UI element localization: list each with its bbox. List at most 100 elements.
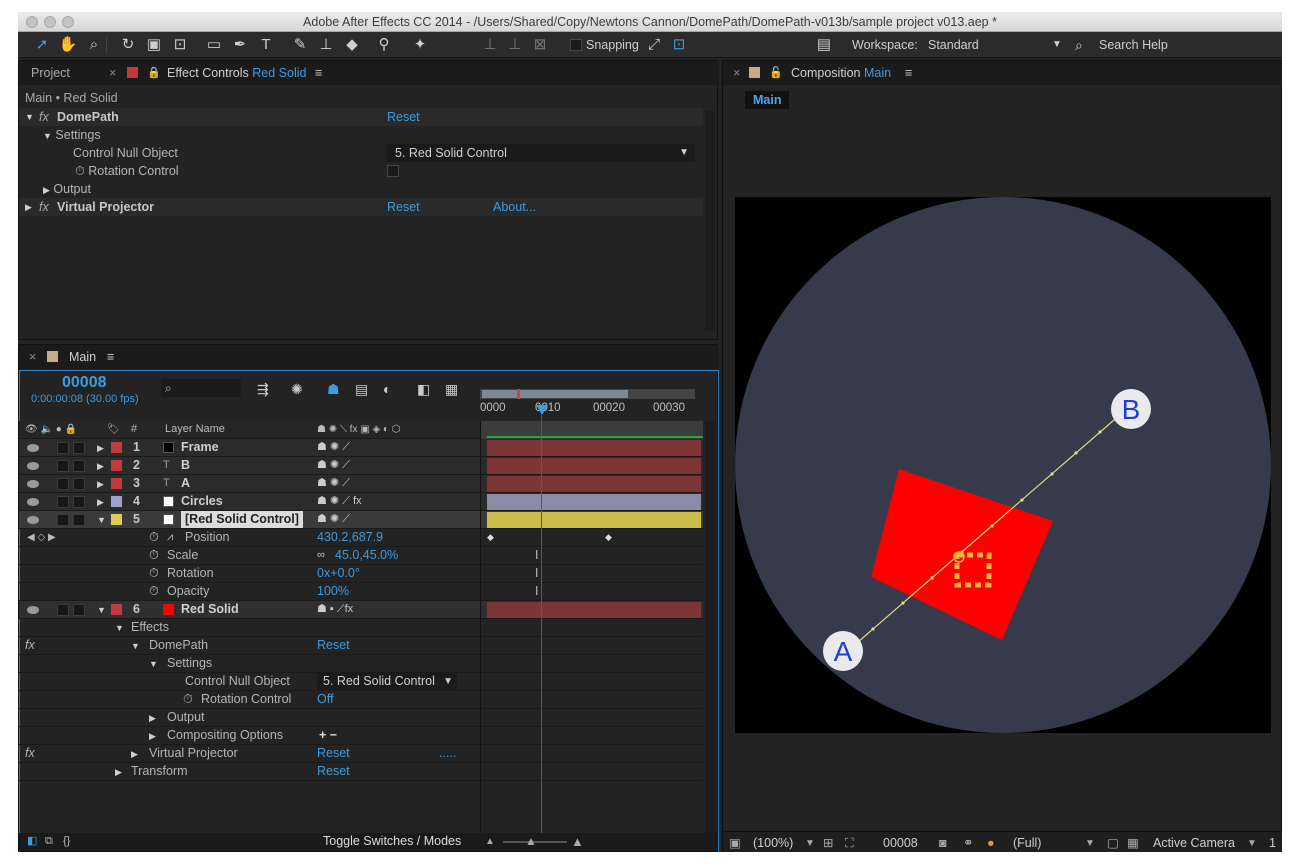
eye-icon[interactable] — [27, 480, 39, 488]
modes-toggle-icon[interactable]: ⧉ — [45, 833, 53, 850]
tree-effects[interactable]: ▼ Effects — [19, 619, 703, 637]
tree-domepath[interactable]: fx ▼ DomePath Reset — [19, 637, 703, 655]
control-null-dropdown[interactable]: 5. Red Solid Control ▼ — [317, 673, 457, 690]
layer-label-color[interactable] — [111, 460, 122, 471]
keyframe-icon[interactable]: ◆ — [487, 529, 494, 546]
layer-name[interactable]: A — [181, 475, 190, 492]
expand-triangle-icon[interactable]: ▼ — [115, 623, 124, 633]
zoom-in-icon[interactable]: ▲ — [571, 833, 584, 850]
camera-tool-icon[interactable]: ▣ — [144, 35, 164, 55]
clone-stamp-tool-icon[interactable]: ⊥ — [316, 35, 336, 55]
property-value[interactable]: 45.0,45.0% — [335, 547, 398, 564]
close-tab-icon[interactable]: × — [109, 61, 116, 85]
brush-tool-icon[interactable]: ✎ — [290, 35, 310, 55]
expand-triangle-icon[interactable]: ▶ — [97, 479, 104, 490]
current-time-field[interactable]: 00008 — [883, 835, 918, 852]
close-window-button[interactable] — [26, 16, 38, 28]
expand-triangle-icon[interactable]: ▶ — [131, 749, 138, 760]
layer-switches[interactable]: ☗ ✺ ⟋ — [317, 475, 350, 492]
motion-blur-icon[interactable]: ◐ — [383, 381, 391, 398]
local-axis-icon[interactable]: ⊥ — [480, 35, 500, 55]
hand-tool-icon[interactable]: ✋ — [58, 35, 78, 55]
resolution-dropdown[interactable]: (Full) — [1013, 835, 1041, 852]
layer-name[interactable]: [Red Solid Control] — [181, 511, 303, 528]
expand-triangle-icon[interactable]: ▼ — [97, 605, 106, 615]
property-row-position[interactable]: ◀ ◇ ▶ ⩘ ◆ ◆ ⏱ Position 430.2,687.9 — [19, 529, 703, 547]
snapshot-icon[interactable]: ◙ — [939, 835, 947, 852]
snap-edges-icon[interactable]: ⤢ — [644, 35, 664, 55]
grid-guide-icon[interactable]: ⊞ — [823, 835, 833, 852]
close-tab-icon[interactable]: × — [733, 61, 740, 85]
expand-triangle-icon[interactable]: ▶ — [25, 202, 32, 213]
stopwatch-icon[interactable]: ⏱ — [183, 691, 193, 708]
rotation-control-checkbox[interactable] — [387, 165, 399, 177]
zoom-out-icon[interactable]: ▲ — [485, 833, 495, 850]
expand-triangle-icon[interactable]: ▶ — [97, 443, 104, 454]
timeline-scrollbar[interactable] — [705, 421, 715, 833]
effect-row-virtual-projector[interactable]: ▶ fx Virtual Projector Reset About... — [19, 198, 703, 216]
stopwatch-icon[interactable]: ⏱ — [75, 164, 85, 178]
panel-menu-icon[interactable]: ≡ — [315, 61, 322, 85]
pen-tool-icon[interactable]: ✒ — [230, 35, 250, 55]
layer-switches[interactable]: ☗ ✺ ⟋ — [317, 439, 350, 456]
expand-triangle-icon[interactable]: ▶ — [43, 185, 50, 195]
audio-switch[interactable] — [57, 496, 69, 508]
layer-row-1[interactable]: ▶ 1 Frame ☗ ✺ ⟋ — [19, 439, 703, 457]
work-area-bar[interactable] — [480, 389, 695, 399]
frame-blending-icon[interactable]: ▤ — [355, 381, 368, 398]
workspace-dropdown-icon[interactable]: ▼ — [1052, 32, 1062, 58]
reset-button[interactable]: Reset — [317, 637, 350, 654]
panel-menu-icon[interactable]: ≡ — [107, 345, 114, 369]
color-channels-icon[interactable]: ● — [987, 835, 995, 852]
composition-mini-flowchart-icon[interactable]: ⇶ — [257, 381, 269, 398]
tree-transform[interactable]: ▶ Transform Reset — [19, 763, 703, 781]
eye-icon[interactable] — [27, 444, 39, 452]
hide-shy-layers-icon[interactable]: ☗ — [327, 381, 340, 398]
property-row-scale[interactable]: I ∞ ⏱ Scale 45.0,45.0% — [19, 547, 703, 565]
unlock-icon[interactable]: 🔓 — [769, 61, 783, 85]
property-row-rotation[interactable]: I ⏱ Rotation 0x+0.0° — [19, 565, 703, 583]
property-value[interactable]: 100% — [317, 583, 349, 600]
snapping-checkbox[interactable] — [570, 39, 582, 51]
magnification-dropdown[interactable]: (100%) — [753, 835, 793, 852]
settings-group[interactable]: ▼ Settings — [43, 126, 703, 144]
lock-icon[interactable]: 🔒 — [147, 61, 161, 85]
solo-switch[interactable] — [73, 478, 85, 490]
audio-switch[interactable] — [57, 604, 69, 616]
layer-label-color[interactable] — [111, 478, 122, 489]
comp-navigator-button[interactable]: Main — [745, 91, 790, 109]
layer-duration-bar[interactable] — [487, 602, 701, 618]
rotation-control-value[interactable]: Off — [317, 691, 333, 708]
layer-duration-bar[interactable] — [487, 440, 701, 456]
close-tab-icon[interactable]: × — [29, 345, 36, 369]
tab-composition[interactable]: Composition Main — [791, 61, 891, 85]
workspace-value[interactable]: Standard — [928, 32, 979, 58]
solo-switch[interactable] — [73, 442, 85, 454]
expand-triangle-icon[interactable]: ▶ — [97, 461, 104, 472]
layer-name[interactable]: Red Solid — [181, 601, 239, 618]
stopwatch-icon[interactable]: ⏱ — [149, 565, 159, 582]
effect-row-domepath[interactable]: ▼ fx DomePath Reset — [19, 108, 703, 126]
layer-switches[interactable]: ☗ ✺ ⟋ fx — [317, 493, 362, 510]
zoom-tool-icon[interactable]: ⌕ — [84, 35, 104, 55]
solo-switch[interactable] — [73, 460, 85, 472]
output-group[interactable]: ▶ Output — [43, 180, 91, 198]
always-preview-icon[interactable]: ▣ — [729, 835, 741, 852]
expand-triangle-icon[interactable]: ▶ — [97, 497, 104, 508]
solo-switch[interactable] — [73, 496, 85, 508]
audio-switch[interactable] — [57, 442, 69, 454]
scrollbar[interactable] — [705, 111, 715, 331]
graph-editor-icon[interactable]: ◧ — [417, 381, 430, 398]
layer-duration-bar[interactable] — [487, 512, 701, 528]
draft-3d-icon[interactable]: ✺ — [291, 381, 303, 398]
solo-switch[interactable] — [73, 514, 85, 526]
roto-brush-tool-icon[interactable]: ⚲ — [374, 35, 394, 55]
view-layout-dropdown[interactable]: 1 — [1269, 835, 1276, 852]
pan-behind-tool-icon[interactable]: ⊡ — [170, 35, 190, 55]
expand-triangle-icon[interactable]: ▼ — [43, 131, 52, 141]
camera-dropdown[interactable]: Active Camera — [1153, 835, 1235, 852]
expand-triangle-icon[interactable]: ▼ — [97, 515, 106, 525]
fx-icon[interactable]: fx — [25, 637, 35, 654]
fx-icon[interactable]: fx — [25, 745, 35, 762]
reset-button[interactable]: Reset — [317, 763, 350, 780]
